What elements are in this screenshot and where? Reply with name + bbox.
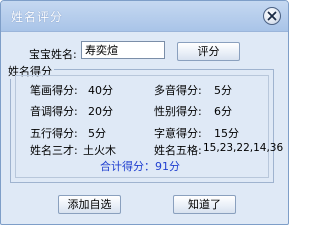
- five-elements-score-label: 五行得分:: [30, 127, 78, 140]
- stroke-score-value: 40分: [88, 84, 113, 97]
- tone-score-value: 20分: [88, 105, 113, 118]
- three-talents-value: 土火木: [83, 144, 116, 157]
- score-button[interactable]: 评分: [177, 42, 240, 61]
- five-elements-score-value: 5分: [88, 127, 106, 140]
- baby-name-label: 宝宝姓名:: [29, 48, 77, 61]
- gender-score-value: 6分: [214, 105, 232, 118]
- three-talents-label: 姓名三才:: [30, 144, 78, 157]
- close-icon: [267, 11, 277, 21]
- polyphone-score-value: 5分: [214, 84, 232, 97]
- baby-name-input[interactable]: [81, 41, 165, 59]
- five-grids-label: 姓名五格:: [154, 144, 202, 157]
- name-score-dialog: 姓名评分 宝宝姓名: 评分 姓名得分 笔画得分: 40分 多音得分: 5分 音调…: [0, 0, 289, 225]
- close-button[interactable]: [263, 7, 281, 25]
- total-score: 合计得分：91分: [100, 160, 180, 173]
- stroke-score-label: 笔画得分:: [30, 84, 78, 97]
- ok-button[interactable]: 知道了: [173, 195, 236, 214]
- meaning-score-label: 字意得分:: [154, 127, 202, 140]
- tone-score-label: 音调得分:: [30, 105, 78, 118]
- window-title: 姓名评分: [11, 10, 64, 24]
- polyphone-score-label: 多音得分:: [154, 84, 202, 97]
- five-grids-value: 15,23,22,14,36: [203, 142, 284, 154]
- title-bar[interactable]: 姓名评分: [1, 1, 288, 32]
- meaning-score-value: 15分: [214, 127, 239, 140]
- gender-score-label: 性别得分:: [154, 105, 202, 118]
- add-favorite-button[interactable]: 添加自选: [58, 195, 121, 214]
